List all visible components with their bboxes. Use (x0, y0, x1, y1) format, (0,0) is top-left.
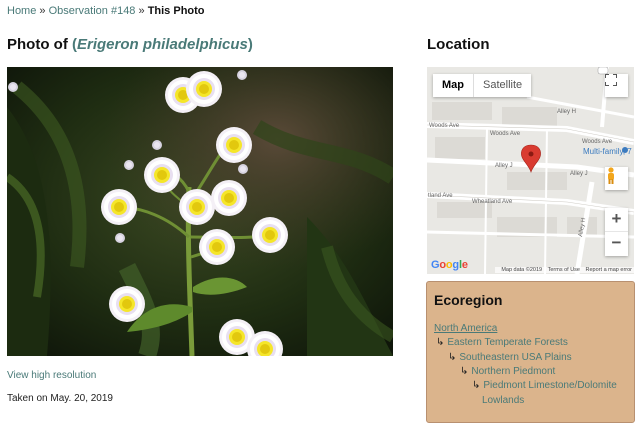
breadcrumb-observation-link[interactable]: Observation #148 (49, 5, 136, 17)
ecoregion-level-3: ↳ Southeastern USA Plains (448, 352, 572, 364)
terms-of-use-link[interactable]: Terms of Use (548, 267, 580, 273)
photo-taken-date: Taken on May. 20, 2019 (7, 393, 113, 404)
breadcrumb-current: This Photo (147, 5, 205, 17)
ecoregion-level-5-link[interactable]: Piedmont Limestone/Dolomite (483, 380, 616, 391)
zoom-in-button[interactable]: + (605, 208, 628, 232)
location-map[interactable]: Woods Ave Woods Ave Woods Ave Alley H Al… (427, 67, 634, 274)
ecoregion-level-3-link[interactable]: Southeastern USA Plains (459, 352, 571, 363)
photo-title-paren-close: ) (247, 36, 253, 53)
map-tab-map[interactable]: Map (433, 74, 474, 97)
street-label: Alley J (495, 163, 513, 169)
map-tiles[interactable]: Woods Ave Woods Ave Woods Ave Alley H Al… (427, 67, 634, 274)
street-label: tland Ave (428, 193, 453, 199)
ecoregion-level-2: ↳ Eastern Temperate Forests (436, 337, 568, 349)
street-label: Woods Ave (429, 123, 460, 129)
breadcrumb-home-link[interactable]: Home (7, 5, 36, 17)
ecoregion-level-5-link-continued[interactable]: Lowlands (482, 395, 524, 407)
street-label: Woods Ave (490, 131, 521, 137)
taxon-link[interactable]: Erigeron philadelphicus (77, 36, 248, 53)
photo-title-prefix: Photo of (7, 36, 68, 53)
ecoregion-level-5: ↳ Piedmont Limestone/Dolomite (472, 380, 617, 392)
hierarchy-arrow-icon: ↳ (472, 380, 481, 391)
flower-photo-illustration (7, 67, 393, 356)
pegman-icon (608, 167, 614, 184)
location-heading: Location (427, 36, 490, 53)
breadcrumb: Home » Observation #148 » This Photo (7, 5, 205, 17)
breadcrumb-separator: » (138, 5, 145, 17)
fullscreen-button[interactable] (605, 74, 628, 97)
view-high-resolution-link[interactable]: View high resolution (7, 370, 96, 381)
zoom-controls: + − (605, 208, 628, 256)
ecoregion-level-1-link[interactable]: North America (434, 323, 497, 335)
street-view-button[interactable] (605, 167, 628, 190)
ecoregion-level-4-link[interactable]: Northern Piedmont (471, 366, 555, 377)
street-label: Wheatland Ave (472, 199, 513, 205)
ecoregion-level-4: ↳ Northern Piedmont (460, 366, 555, 378)
ecoregion-panel: Ecoregion North America ↳ Eastern Tempera… (426, 281, 635, 423)
photo-title: Photo of (Erigeron philadelphicus) (7, 36, 253, 53)
street-label: Alley H (557, 109, 576, 115)
hierarchy-arrow-icon: ↳ (448, 352, 457, 363)
breadcrumb-separator: » (39, 5, 46, 17)
map-tab-satellite[interactable]: Satellite (474, 74, 531, 97)
place-label[interactable]: Multi-family, 7 (583, 147, 632, 156)
hierarchy-arrow-icon: ↳ (436, 337, 445, 348)
fullscreen-icon (605, 74, 617, 86)
map-type-tabs: Map Satellite (433, 74, 532, 97)
observation-photo[interactable] (7, 67, 393, 356)
hierarchy-arrow-icon: ↳ (460, 366, 469, 377)
map-data-attribution: Map data ©2019 (501, 267, 543, 273)
google-logo: Google (431, 259, 468, 271)
ecoregion-heading: Ecoregion (434, 292, 503, 308)
street-label: Alley J (570, 171, 588, 177)
map-footer: Map data ©2019 Terms of Use Report a map… (495, 267, 634, 273)
zoom-out-button[interactable]: − (605, 232, 628, 256)
street-label: Woods Ave (582, 139, 613, 145)
report-map-error-link[interactable]: Report a map error (586, 267, 632, 273)
ecoregion-level-2-link[interactable]: Eastern Temperate Forests (447, 337, 567, 348)
